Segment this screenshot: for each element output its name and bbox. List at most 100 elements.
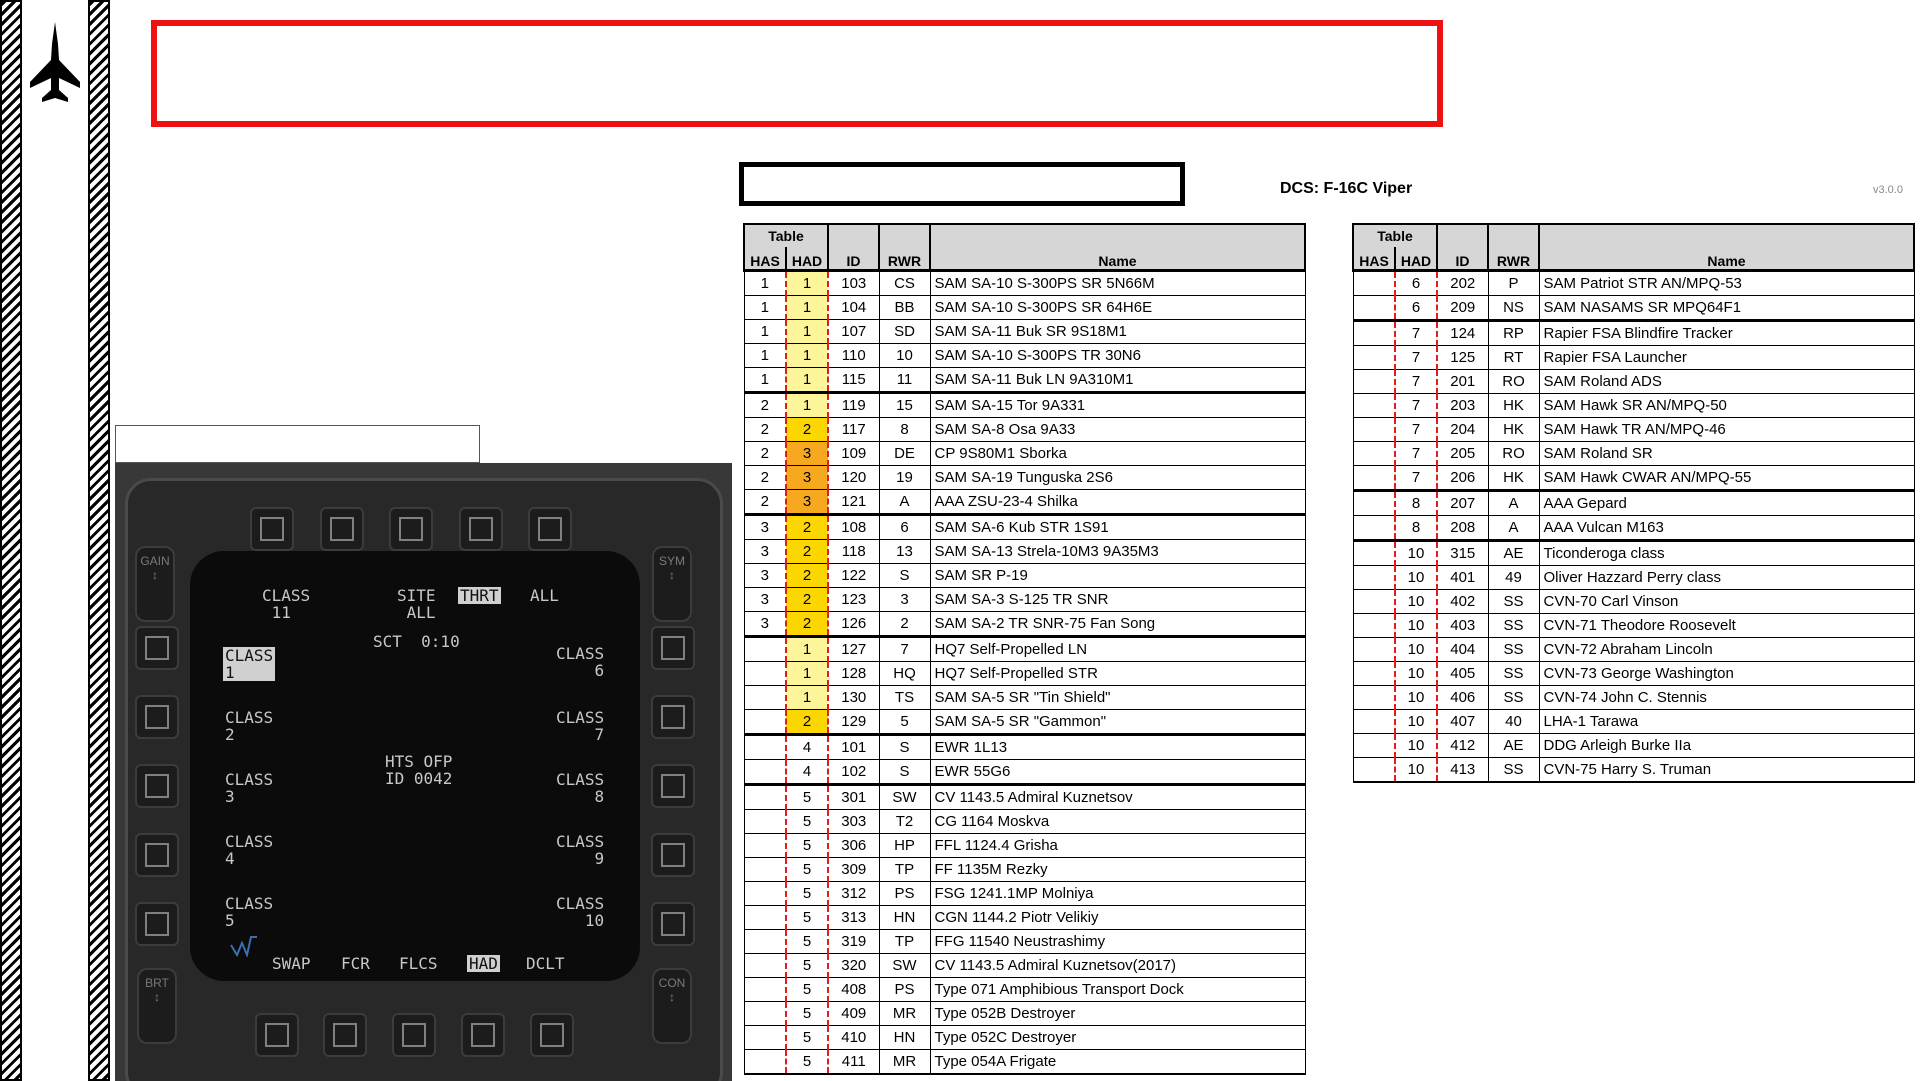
table-row: 10 315 AE Ticonderoga class (1352, 539, 1915, 566)
osb-top-2[interactable] (320, 507, 364, 551)
swap-label[interactable]: SWAP (272, 955, 311, 972)
osb-bottom-5[interactable] (530, 1013, 574, 1057)
rwr-cell: A (1487, 515, 1540, 541)
has-cell (743, 833, 787, 858)
class-11-label[interactable]: CLASS 11 (262, 587, 310, 621)
had-cell: 3 (785, 489, 829, 515)
osb-right-5[interactable] (651, 902, 695, 946)
id-cell: 126 (827, 611, 880, 637)
fcr-label[interactable]: FCR (341, 955, 370, 972)
had-cell: 1 (785, 661, 829, 686)
table-row: 2 3 121 A AAA ZSU-23-4 Shilka (743, 489, 1306, 515)
id-cell: 313 (827, 905, 880, 930)
rwr-cell: MR (878, 1049, 931, 1075)
class-5-label[interactable]: CLASS 5 (225, 895, 273, 929)
has-cell (743, 905, 787, 930)
osb-bottom-2[interactable] (323, 1013, 367, 1057)
table-row: 10 404 SS CVN-72 Abraham Lincoln (1352, 637, 1915, 662)
id-cell: 120 (827, 465, 880, 490)
osb-top-3[interactable] (389, 507, 433, 551)
site-all-label[interactable]: SITE ALL (397, 587, 436, 621)
sym-arrows-icon: ↕ (669, 568, 675, 582)
name-cell: Rapier FSA Blindfire Tracker (1538, 319, 1915, 346)
had-cell: 10 (1394, 733, 1438, 758)
osb-left-3[interactable] (135, 764, 179, 808)
rwr-cell: HQ (878, 661, 931, 686)
class-2-label[interactable]: CLASS 2 (225, 709, 273, 743)
had-cell: 1 (785, 391, 829, 418)
class-10-label[interactable]: CLASS 10 (556, 895, 604, 929)
id-cell: 320 (827, 953, 880, 978)
osb-bottom-4[interactable] (461, 1013, 505, 1057)
rwr-cell: 13 (878, 539, 931, 564)
osb-right-3[interactable] (651, 764, 695, 808)
had-cell: 2 (785, 709, 829, 735)
name-cell: AAA Gepard (1538, 489, 1915, 516)
table-row: 1 127 7 HQ7 Self-Propelled LN (743, 635, 1306, 662)
table-row: 10 402 SS CVN-70 Carl Vinson (1352, 589, 1915, 614)
has-cell (1352, 441, 1396, 466)
name-cell: CG 1164 Moskva (929, 809, 1306, 834)
name-cell: SAM SA-5 SR "Tin Shield" (929, 685, 1306, 710)
id-cell: 401 (1436, 565, 1489, 590)
id-cell: 204 (1436, 417, 1489, 442)
name-cell: SAM SA-13 Strela-10M3 9A35M3 (929, 539, 1306, 564)
osb-bottom-3[interactable] (392, 1013, 436, 1057)
brt-rocker[interactable]: BRT ↕ (137, 968, 177, 1044)
had-cell: 10 (1394, 565, 1438, 590)
table-row: 5 309 TP FF 1135M Rezky (743, 857, 1306, 882)
dclt-label[interactable]: DCLT (526, 955, 565, 972)
osb-left-4[interactable] (135, 833, 179, 877)
osb-top-4[interactable] (459, 507, 503, 551)
had-cell: 4 (785, 733, 829, 760)
osb-top-5[interactable] (528, 507, 572, 551)
horizon-symbol-icon (230, 936, 257, 957)
had-cell: 2 (785, 513, 829, 540)
app-title: DCS: F-16C Viper (1280, 180, 1413, 197)
sym-rocker[interactable]: SYM ↕ (652, 546, 692, 622)
name-cell: AAA ZSU-23-4 Shilka (929, 489, 1306, 515)
class-8-label[interactable]: CLASS 8 (556, 771, 604, 805)
table-row: 10 413 SS CVN-75 Harry S. Truman (1352, 757, 1915, 783)
class-6-label[interactable]: CLASS 6 (556, 645, 604, 679)
had-cell: 1 (785, 685, 829, 710)
osb-bottom-1[interactable] (255, 1013, 299, 1057)
rwr-cell: 3 (878, 587, 931, 612)
class-7-label[interactable]: CLASS 7 (556, 709, 604, 743)
osb-left-1[interactable] (135, 626, 179, 670)
class-1-label[interactable]: CLASS 1 (223, 647, 276, 681)
brt-label: BRT (145, 976, 169, 990)
osb-right-4[interactable] (651, 833, 695, 877)
gain-rocker[interactable]: GAIN ↕ (135, 546, 175, 622)
id-cell: 103 (827, 269, 880, 296)
osb-left-2[interactable] (135, 695, 179, 739)
id-cell: 404 (1436, 637, 1489, 662)
has-cell: 1 (743, 269, 787, 296)
table-row: 1 128 HQ HQ7 Self-Propelled STR (743, 661, 1306, 686)
flcs-label[interactable]: FLCS (399, 955, 438, 972)
had-cell: 3 (785, 441, 829, 466)
thrt-mode[interactable]: THRT (458, 587, 501, 604)
con-rocker[interactable]: CON ↕ (652, 968, 692, 1044)
table-row: 5 303 T2 CG 1164 Moskva (743, 809, 1306, 834)
name-cell: SAM SA-11 Buk SR 9S18M1 (929, 319, 1306, 344)
rwr-cell: RO (1487, 441, 1540, 466)
had-cell: 10 (1394, 709, 1438, 734)
id-cell: 122 (827, 563, 880, 588)
rwr-cell: A (1487, 489, 1540, 516)
table-row: 1 1 103 CS SAM SA-10 S-300PS SR 5N66M (743, 269, 1306, 296)
all-mode[interactable]: ALL (530, 587, 559, 604)
class-3-label[interactable]: CLASS 3 (225, 771, 273, 805)
osb-top-1[interactable] (250, 507, 294, 551)
osb-left-5[interactable] (135, 902, 179, 946)
had-label[interactable]: HAD (467, 955, 500, 972)
rwr-cell: A (878, 489, 931, 515)
table-row: 1 1 110 10 SAM SA-10 S-300PS TR 30N6 (743, 343, 1306, 368)
col-rwr: RWR (1487, 247, 1540, 272)
rwr-cell: S (878, 759, 931, 785)
osb-right-2[interactable] (651, 695, 695, 739)
class-4-label[interactable]: CLASS 4 (225, 833, 273, 867)
name-cell: Type 052C Destroyer (929, 1025, 1306, 1050)
osb-right-1[interactable] (651, 626, 695, 670)
class-9-label[interactable]: CLASS 9 (556, 833, 604, 867)
